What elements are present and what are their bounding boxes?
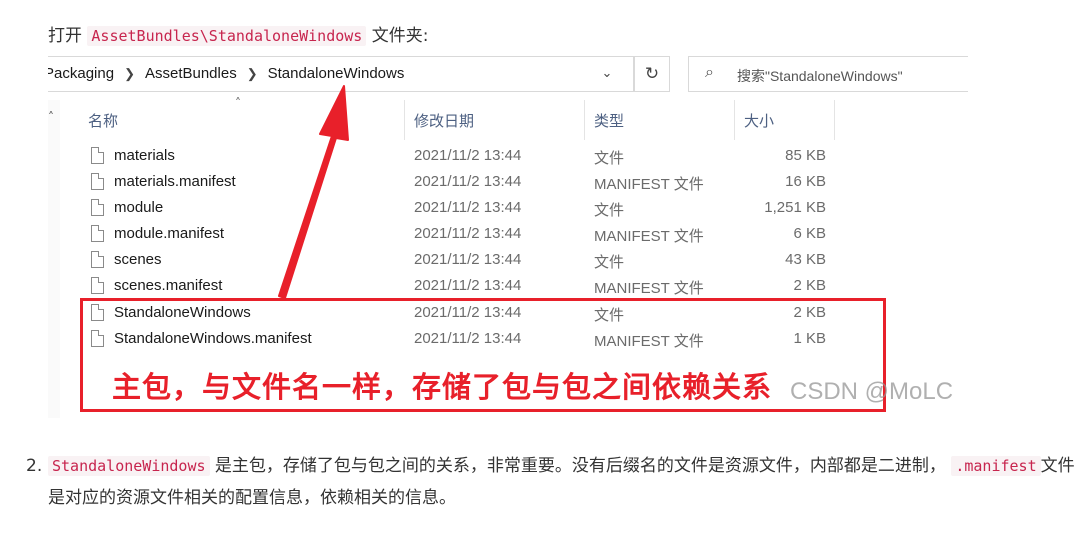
code-manifest: .manifest <box>951 456 1041 476</box>
item2-text-1: 是主包，存储了包与包之间的关系，非常重要。没有后缀名的文件是资源文件，内部都是二… <box>209 456 946 476</box>
explorer-screenshot: Packaging ❯ AssetBundles ❯ StandaloneWindows… <box>48 52 968 418</box>
intro-path-code: AssetBundles\StandaloneWindows <box>87 26 367 46</box>
intro-suffix: 文件夹: <box>371 26 429 46</box>
annotation-arrow <box>278 85 349 299</box>
code-standalonewindows: StandaloneWindows <box>48 456 210 476</box>
intro-prefix: 打开 <box>48 26 82 46</box>
list-number: 2. <box>26 456 43 476</box>
list-item-text: StandaloneWindows 是主包，存储了包与包之间的关系，非常重要。没… <box>48 450 1078 514</box>
arrow-shape <box>278 85 349 299</box>
intro-line: 打开 AssetBundles\StandaloneWindows 文件夹: <box>48 22 428 50</box>
